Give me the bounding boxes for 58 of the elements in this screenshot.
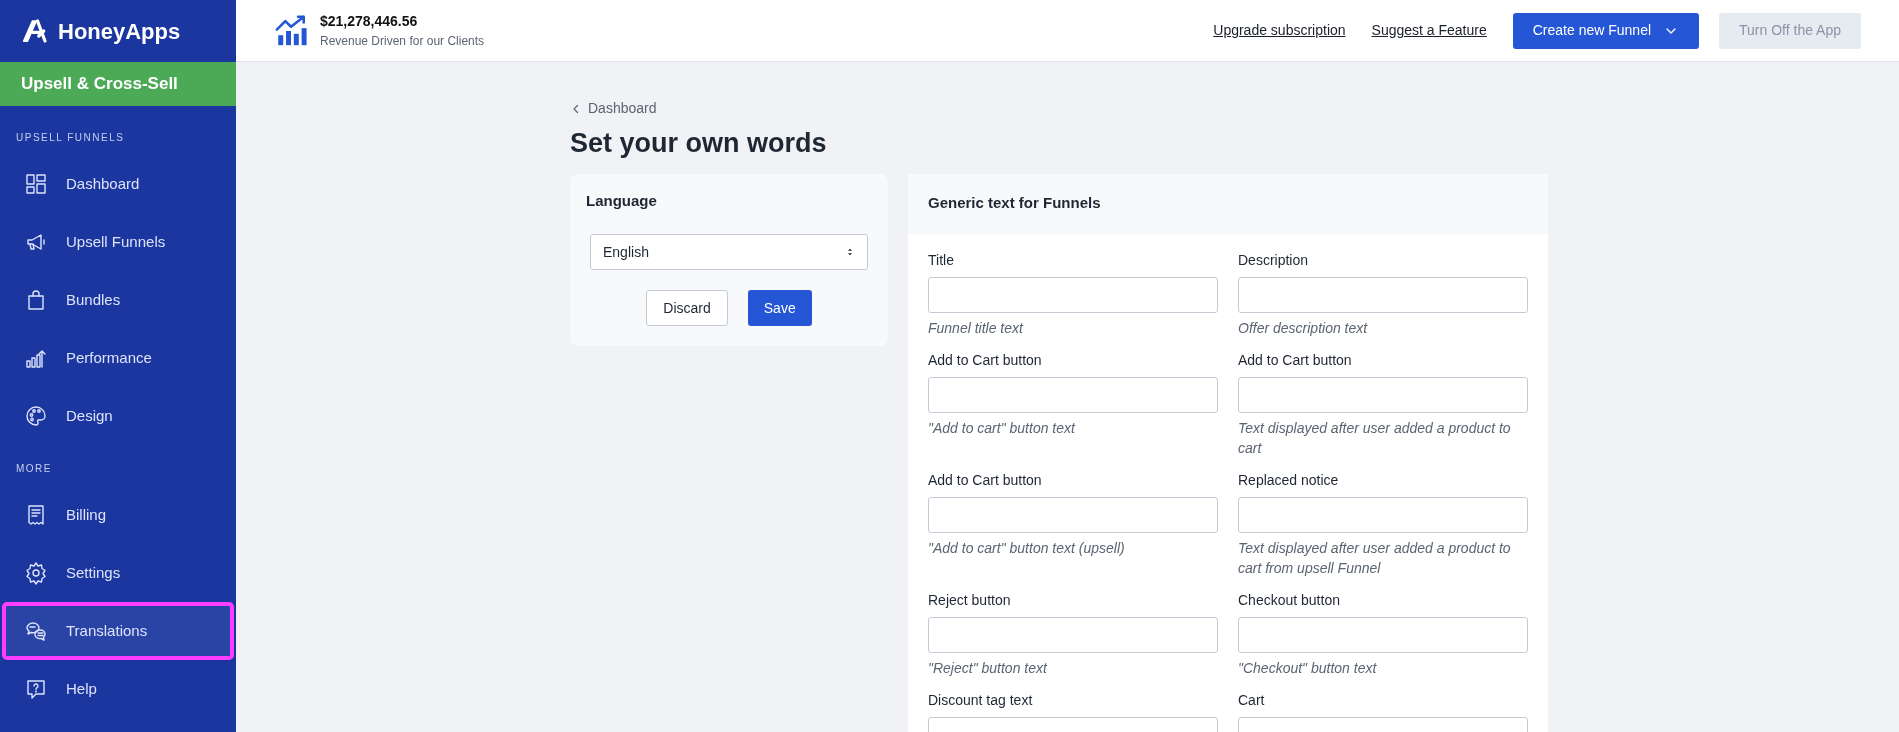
field-label: Description	[1238, 250, 1310, 270]
sidebar-item[interactable]: Settings	[4, 546, 232, 600]
field-label: Add to Cart button	[1238, 350, 1353, 370]
language-select[interactable]: English	[590, 234, 868, 270]
breadcrumb-link[interactable]: Dashboard	[570, 98, 657, 119]
sidebar-item[interactable]: Billing	[4, 488, 232, 542]
text-input[interactable]	[1238, 376, 1528, 413]
page-title: Set your own words	[570, 127, 828, 160]
revenue-amount: $21,278,446.56	[320, 12, 419, 31]
logo-icon	[20, 16, 50, 46]
header-link[interactable]: Upgrade subscription	[1213, 20, 1346, 41]
field-label: Add to Cart button	[928, 470, 1043, 490]
dashboard-icon	[24, 172, 48, 196]
field-label: Cart	[1238, 690, 1266, 710]
help-text: "Reject" button text	[928, 658, 1049, 678]
field-label: Replaced notice	[1238, 470, 1340, 490]
card-title: Language	[586, 190, 658, 211]
sidebar-item[interactable]: Performance	[4, 331, 232, 385]
text-input[interactable]	[928, 616, 1218, 653]
field-label: Add to Cart button	[928, 350, 1043, 370]
sidebar-item[interactable]: Design	[4, 389, 232, 443]
text-input[interactable]	[928, 276, 1218, 313]
save-button[interactable]: Save	[747, 290, 812, 326]
field-label: Title	[928, 250, 955, 270]
help-text: Offer description text	[1238, 318, 1369, 338]
help-icon	[24, 677, 48, 701]
text-input[interactable]	[928, 496, 1218, 533]
discard-button[interactable]: Discard	[646, 290, 728, 326]
text-input[interactable]	[1238, 496, 1528, 533]
settings-icon	[24, 561, 48, 585]
field-label: Reject button	[928, 590, 1012, 610]
text-input[interactable]	[1238, 616, 1528, 653]
create-funnel-button[interactable]: Create new Funnel	[1512, 12, 1700, 49]
brand-name: HoneyApps	[58, 17, 181, 46]
header-link[interactable]: Suggest a Feature	[1371, 20, 1487, 41]
sidebar-item[interactable]: Upsell Funnels	[4, 215, 232, 269]
card-title: Generic text for Funnels	[928, 193, 1101, 214]
field-label: Discount tag text	[928, 690, 1034, 710]
help-text: Text displayed after user added a product to cart	[1238, 418, 1512, 458]
field-label: Checkout button	[1238, 590, 1341, 610]
help-text: "Add to cart" button text (upsell)	[928, 538, 1126, 558]
text-input[interactable]	[928, 376, 1218, 413]
app-name-banner: Upsell & Cross-Sell	[0, 62, 236, 106]
section-heading: MORE	[15, 462, 53, 476]
sidebar-item[interactable]: Translations	[4, 604, 232, 658]
sidebar-item[interactable]: Dashboard	[4, 157, 232, 211]
help-text: Text displayed after user added a product to cart from upsell Funnel	[1238, 538, 1512, 578]
growth-chart-icon	[274, 13, 308, 48]
help-text: Funnel title text	[928, 318, 1025, 338]
help-text: "Add to cart" button text	[928, 418, 1077, 438]
speech-bubbles-icon	[24, 619, 48, 643]
palette-icon	[24, 404, 48, 428]
revenue-caption: Revenue Driven for our Clients	[320, 33, 485, 50]
help-text: "Checkout" button text	[1238, 658, 1378, 678]
section-heading: UPSELL FUNNELS	[15, 131, 126, 145]
sidebar-item[interactable]: Bundles	[4, 273, 232, 327]
text-input[interactable]	[1238, 276, 1528, 313]
sidebar-item[interactable]: Help	[4, 662, 232, 716]
